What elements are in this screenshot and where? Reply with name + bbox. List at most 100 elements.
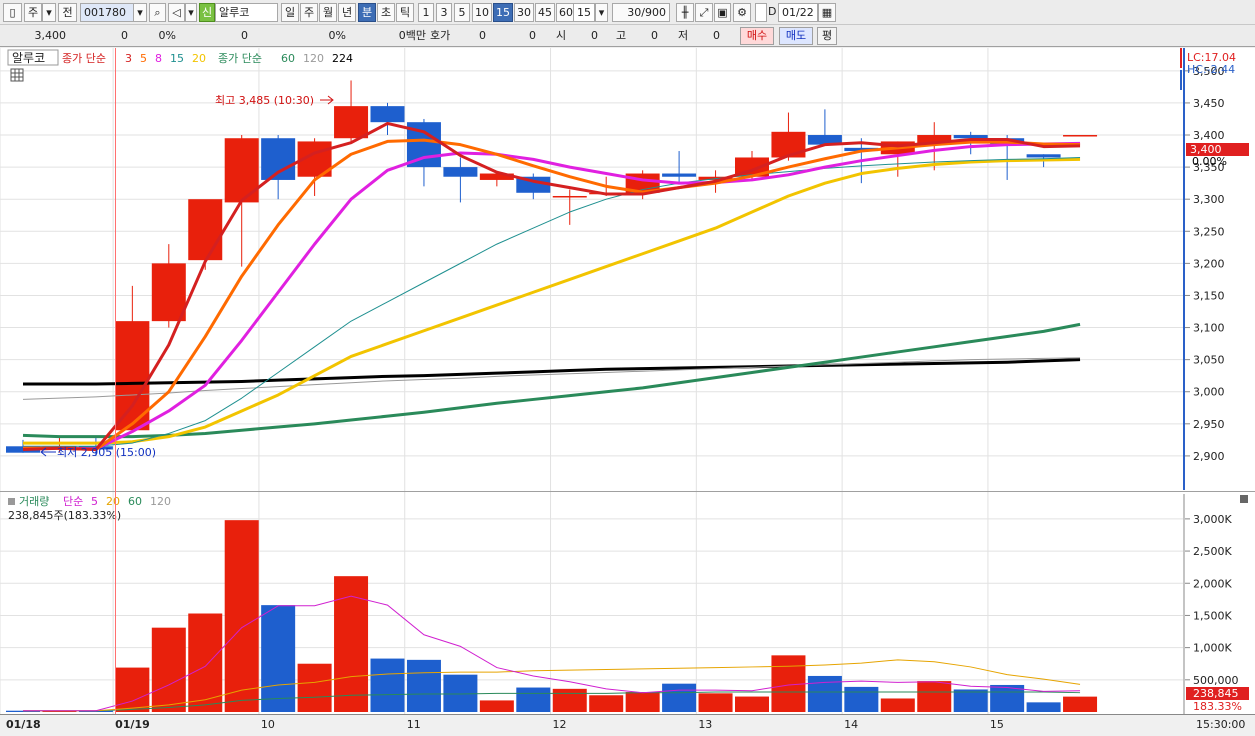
volume-bar[interactable] [151, 627, 186, 712]
volume-bar[interactable] [625, 692, 660, 712]
volume-bar[interactable] [552, 688, 587, 712]
pane-close-icon[interactable] [1240, 495, 1248, 503]
candle-body[interactable] [151, 263, 186, 322]
draw-tool-icon[interactable]: ⤢ [695, 3, 713, 22]
time-axis-bar [0, 714, 1255, 733]
period-month-button[interactable]: 월 [319, 3, 337, 22]
avg-button[interactable]: 평 [817, 27, 837, 45]
volume-bar[interactable] [662, 683, 697, 712]
legend-b-title[interactable]: 종가 단순 [218, 52, 262, 65]
volume-current-pct-tag: 183.33% [1193, 700, 1242, 713]
candle-body[interactable] [552, 195, 587, 198]
candle-body[interactable] [1026, 154, 1061, 158]
count-input[interactable]: 30/900 [612, 3, 670, 22]
interval-dropdown-icon[interactable]: ▾ [595, 3, 608, 22]
hoga-value-1: 0 [479, 29, 486, 42]
volume-bar[interactable] [844, 686, 879, 712]
minute-3-button[interactable]: 3 [436, 3, 452, 22]
quote-bar: 3,400 0 0% 0 0% 0백만 호가 0 0 시 0 고 0 저 0 매… [0, 25, 1255, 47]
legend-ma-60[interactable]: 60 [281, 52, 295, 65]
candle-body[interactable] [334, 106, 369, 139]
candle-body[interactable] [1063, 135, 1098, 137]
interval-input[interactable]: 15 [573, 3, 595, 22]
search-icon[interactable]: ⌕ [149, 3, 166, 22]
legend-ma-20[interactable]: 20 [192, 52, 206, 65]
period-day-button[interactable]: 일 [281, 3, 299, 22]
date-input[interactable]: 01/22 [778, 3, 818, 22]
chart-area[interactable]: 3,500 3,450 3,400 3,350 3,300 3,250 3,200 3,150… [0, 48, 1255, 733]
volume-legend-ma-120[interactable]: 120 [150, 495, 171, 508]
volume-bar[interactable] [880, 698, 915, 712]
volume-bar[interactable] [807, 675, 842, 712]
volume-bar[interactable] [953, 689, 988, 712]
volume-legend-title[interactable]: 거래량 [19, 495, 49, 508]
chart-type-icon[interactable]: ▯ [3, 3, 22, 22]
volume-bar[interactable] [1063, 696, 1098, 712]
candle-body[interactable] [188, 199, 223, 261]
period-week-button[interactable]: 주 [300, 3, 318, 22]
code-input[interactable]: 001780 [80, 3, 134, 22]
candle-icon[interactable]: ╫ [676, 3, 694, 22]
candle-body[interactable] [771, 131, 806, 158]
buy-button[interactable]: 매수 [740, 27, 774, 45]
speaker-dropdown-icon[interactable]: ▾ [185, 3, 197, 22]
legend-a-title[interactable]: 종가 단순 [62, 52, 106, 65]
candle-body[interactable] [953, 135, 988, 139]
chart-svg[interactable]: 3,5003,4503,4003,3503,3003,2503,2003,150… [0, 48, 1255, 733]
period-year-button[interactable]: 년 [338, 3, 356, 22]
d-checkbox[interactable] [755, 3, 767, 22]
minute-30-button[interactable]: 30 [514, 3, 534, 22]
minute-10-button[interactable]: 10 [472, 3, 492, 22]
volume-legend-ma-5[interactable]: 5 [91, 495, 98, 508]
volume-bar[interactable] [589, 695, 624, 712]
volume-bar[interactable] [479, 700, 514, 712]
volume-tick-label: 1,000K [1193, 642, 1232, 655]
speaker-icon[interactable]: ◁ [168, 3, 185, 22]
volume-legend-ma-20[interactable]: 20 [106, 495, 120, 508]
legend-ma-120[interactable]: 120 [303, 52, 324, 65]
volume-bar[interactable] [516, 687, 551, 712]
table-icon[interactable] [10, 68, 24, 82]
prev-button[interactable]: 전 [58, 3, 77, 22]
legend-ma-224[interactable]: 224 [332, 52, 353, 65]
volume-legend-ma-title[interactable]: 단순 [63, 495, 83, 508]
save-icon[interactable]: ▣ [714, 3, 731, 22]
candle-body[interactable] [443, 167, 478, 177]
period-minute-button[interactable]: 분 [358, 3, 376, 22]
low-annotation: 최저 2,905 (15:00) [57, 446, 156, 459]
legend-ma-15[interactable]: 15 [170, 52, 184, 65]
sell-button[interactable]: 매도 [779, 27, 813, 45]
volume-bar[interactable] [406, 659, 441, 712]
chevron-down-icon[interactable]: ▾ [42, 3, 56, 22]
legend-ma-3[interactable]: 3 [125, 52, 132, 65]
minute-1-button[interactable]: 1 [418, 3, 434, 22]
minute-5-button[interactable]: 5 [454, 3, 470, 22]
volume-bar[interactable] [297, 663, 332, 712]
current-time-label: 15:30:00 [1196, 718, 1245, 731]
volume-bar[interactable] [698, 693, 733, 712]
volume-bar[interactable] [735, 696, 769, 712]
period-tick-button[interactable]: 틱 [396, 3, 414, 22]
minute-15-button[interactable]: 15 [493, 3, 513, 22]
volume-bar[interactable] [188, 613, 223, 712]
period-prefix-button[interactable]: 주 [24, 3, 42, 22]
calendar-icon[interactable]: ▦ [818, 3, 836, 22]
volume-bar[interactable] [115, 667, 150, 712]
code-dropdown-icon[interactable]: ▾ [133, 3, 147, 22]
legend-ma-8[interactable]: 8 [155, 52, 162, 65]
volume-bar[interactable] [370, 658, 405, 712]
candle-body[interactable] [370, 106, 405, 123]
volume-bar[interactable] [1026, 702, 1061, 712]
volume-bar[interactable] [261, 605, 296, 712]
volume-bar[interactable] [224, 520, 259, 712]
current-pct-tag: 0.00% [1192, 155, 1227, 168]
volume-legend-ma-60[interactable]: 60 [128, 495, 142, 508]
volume-bar[interactable] [917, 681, 952, 712]
candle-body[interactable] [662, 173, 697, 177]
legend-ma-5[interactable]: 5 [140, 52, 147, 65]
period-second-button[interactable]: 초 [377, 3, 395, 22]
gear-icon[interactable]: ⚙ [733, 3, 751, 22]
minute-45-button[interactable]: 45 [535, 3, 555, 22]
price-tick-label: 3,300 [1193, 193, 1225, 206]
stock-name-field[interactable]: 알루코 [215, 3, 278, 22]
